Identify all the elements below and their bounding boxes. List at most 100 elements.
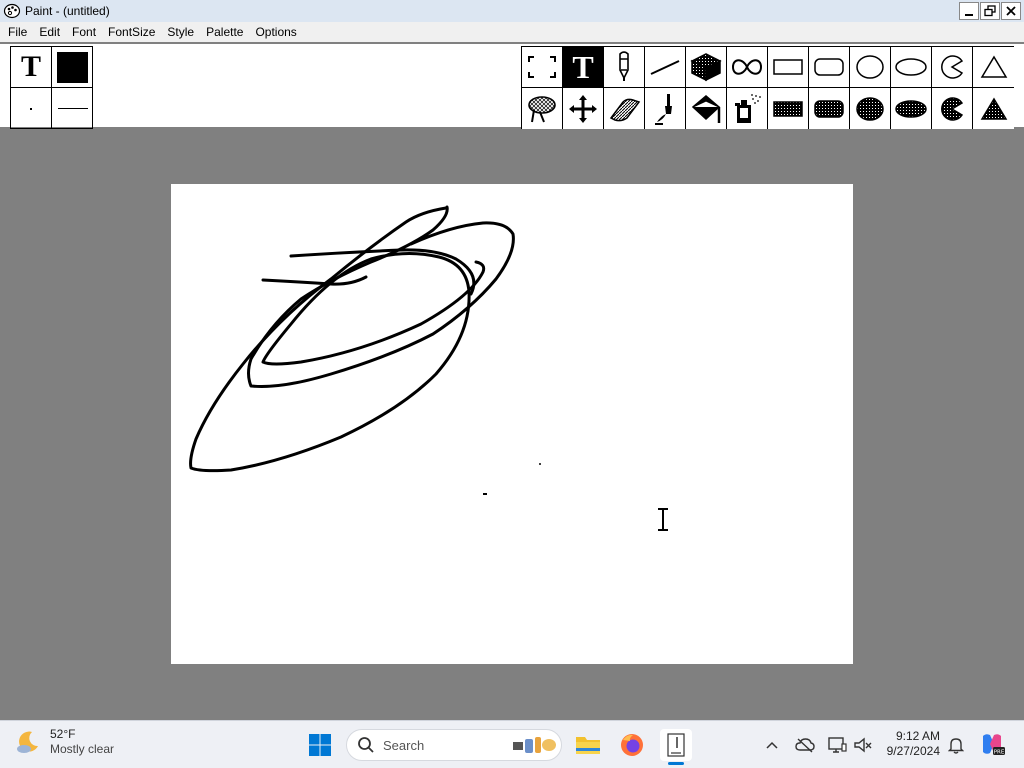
restore-button[interactable]: [980, 2, 1000, 20]
filled-triangle-icon: [980, 97, 1007, 120]
active-app-indicator: [668, 762, 684, 765]
menu-fontsize[interactable]: FontSize: [102, 25, 161, 39]
weather-temperature: 52°F: [50, 727, 76, 741]
rounded-rectangle-icon: [814, 58, 844, 76]
tool-palette: T: [521, 46, 1014, 129]
ellipse-tool[interactable]: [891, 47, 932, 88]
display-tray-button[interactable]: [826, 735, 848, 755]
moon-cloud-icon: [17, 731, 38, 753]
menu-style[interactable]: Style: [161, 25, 200, 39]
window-controls: [959, 2, 1021, 20]
attribute-panel: T: [10, 46, 93, 129]
start-button[interactable]: [306, 731, 334, 759]
title-bar: Paint - (untitled): [0, 0, 1024, 22]
dashed-selection-icon: [528, 56, 556, 78]
move-arrows-icon: [569, 94, 597, 123]
menu-palette[interactable]: Palette: [200, 25, 249, 39]
drawing-canvas[interactable]: [171, 184, 853, 664]
text-tool-icon: T: [572, 49, 594, 85]
fill-3d-tool[interactable]: [686, 47, 727, 88]
line-width-indicator[interactable]: [52, 88, 93, 129]
menu-options[interactable]: Options: [249, 25, 302, 39]
filled-circle-tool[interactable]: [850, 88, 891, 129]
minimize-button[interactable]: [959, 2, 979, 20]
line-width-icon: [57, 108, 88, 109]
bell-icon: [948, 738, 964, 754]
filled-rounded-rectangle-icon: [814, 99, 844, 118]
filled-rectangle-tool[interactable]: [768, 88, 809, 129]
text-tool[interactable]: T: [563, 47, 604, 88]
text-cursor-icon: [658, 508, 668, 531]
window-title: Paint - (untitled): [25, 4, 110, 18]
search-highlight-icon: [513, 737, 556, 753]
spray-tool[interactable]: [727, 88, 768, 129]
move-tool[interactable]: [563, 88, 604, 129]
notifications-button[interactable]: [946, 735, 966, 755]
paint-palette-icon: [3, 3, 21, 19]
triangle-icon: [980, 55, 1007, 78]
rounded-rectangle-tool[interactable]: [809, 47, 850, 88]
lasso-tool[interactable]: [522, 88, 563, 129]
network-tray-button[interactable]: [794, 735, 816, 755]
selection-tool[interactable]: [522, 47, 563, 88]
windows-logo-icon: [309, 734, 331, 756]
rectangle-tool[interactable]: [768, 47, 809, 88]
drawing-strokes: [189, 205, 668, 531]
weather-description: Mostly clear: [50, 742, 115, 756]
pie-icon: [941, 55, 964, 79]
filled-ellipse-tool[interactable]: [891, 88, 932, 129]
fill-bucket-tool[interactable]: [686, 88, 727, 129]
workspace: [0, 129, 1024, 720]
search-label: Search: [383, 737, 425, 753]
brush-size-indicator[interactable]: [11, 88, 52, 129]
infinity-curve-icon: [731, 59, 763, 75]
clock-time: 9:12 AM: [895, 729, 940, 743]
cloud-offline-icon: [795, 738, 815, 753]
filled-pie-tool[interactable]: [932, 88, 973, 129]
menu-font[interactable]: Font: [66, 25, 102, 39]
brush-tool[interactable]: [645, 88, 686, 129]
minimize-icon: [965, 14, 973, 16]
paint-taskbar-button[interactable]: [660, 729, 692, 765]
color-swatch: [57, 51, 88, 83]
curve-tool[interactable]: [727, 47, 768, 88]
monitor-icon: [828, 737, 847, 753]
line-icon: [650, 60, 680, 75]
file-explorer-taskbar-button[interactable]: [572, 729, 604, 761]
menu-file[interactable]: File: [0, 25, 33, 39]
copilot-icon: PRE: [983, 734, 1005, 756]
circle-tool[interactable]: [850, 47, 891, 88]
text-sample: T: [20, 50, 41, 83]
pencil-tool[interactable]: [604, 47, 645, 88]
current-color-indicator[interactable]: [52, 47, 93, 88]
close-button[interactable]: [1001, 2, 1021, 20]
spray-can-icon: [735, 93, 761, 123]
weather-widget[interactable]: 52°F Mostly clear: [14, 727, 114, 757]
filled-pie-icon: [941, 96, 964, 121]
show-hidden-icons-button[interactable]: [764, 735, 780, 755]
filled-rounded-rectangle-tool[interactable]: [809, 88, 850, 129]
current-font-indicator[interactable]: T: [11, 47, 52, 88]
volume-tray-button[interactable]: [852, 735, 874, 755]
paint-document-icon: [667, 733, 685, 757]
toolbar-area: T T: [0, 42, 1024, 129]
system-clock[interactable]: 9:12 AM 9/27/2024: [880, 729, 940, 759]
restore-icon: [984, 5, 996, 17]
search-icon: [358, 737, 374, 753]
eraser-tool[interactable]: [604, 88, 645, 129]
copilot-button[interactable]: PRE: [978, 732, 1006, 756]
filled-polygon-tool[interactable]: [973, 88, 1014, 129]
menu-bar: File Edit Font FontSize Style Palette Op…: [0, 22, 1024, 42]
line-tool[interactable]: [645, 47, 686, 88]
circle-icon: [856, 55, 884, 79]
ellipse-icon: [895, 58, 927, 76]
taskbar-search[interactable]: Search: [346, 729, 562, 761]
pie-tool[interactable]: [932, 47, 973, 88]
firefox-icon: [621, 734, 643, 756]
menu-edit[interactable]: Edit: [33, 25, 66, 39]
brush-dot-icon: [30, 107, 32, 110]
lasso-net-icon: [528, 95, 556, 122]
firefox-taskbar-button[interactable]: [616, 729, 648, 761]
polygon-tool[interactable]: [973, 47, 1014, 88]
folder-icon: [576, 737, 600, 754]
